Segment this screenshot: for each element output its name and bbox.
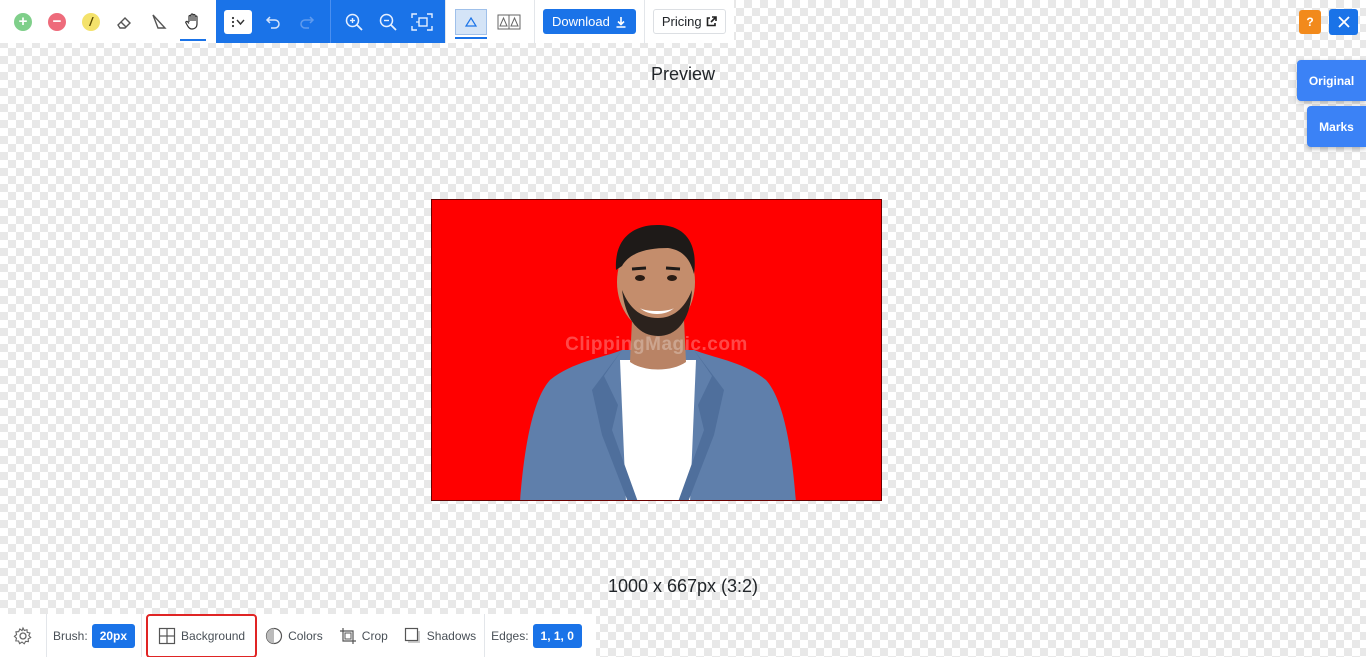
pan-button[interactable] xyxy=(178,7,208,41)
plus-icon: + xyxy=(14,12,32,31)
crop-button[interactable]: Crop xyxy=(331,621,396,651)
download-icon xyxy=(616,16,626,28)
fit-screen-icon xyxy=(411,12,433,31)
shadow-icon xyxy=(404,627,420,643)
settings-button[interactable] xyxy=(8,621,38,651)
edit-tools-group: Background Colors Crop Shadows xyxy=(141,613,484,657)
view-mode-group xyxy=(445,0,534,43)
gear-icon xyxy=(13,626,32,645)
marks-tab[interactable]: Marks xyxy=(1307,106,1366,147)
fit-to-screen-button[interactable] xyxy=(407,7,437,37)
marks-tab-label: Marks xyxy=(1319,119,1354,134)
edges-label: Edges: xyxy=(491,628,529,643)
eraser-button[interactable] xyxy=(110,7,140,37)
edges-group: Edges: 1, 1, 0 xyxy=(484,614,588,657)
undo-icon xyxy=(265,15,280,29)
help-button[interactable]: ? xyxy=(1299,10,1321,34)
download-group: Download xyxy=(534,0,644,43)
redo-icon xyxy=(300,15,315,29)
shadows-label: Shadows xyxy=(426,628,477,643)
scalpel-button[interactable] xyxy=(144,7,174,37)
top-toolbar: + − / Download Pricing xyxy=(0,0,734,43)
more-tools-dropdown[interactable] xyxy=(224,9,252,34)
zoom-out-button[interactable] xyxy=(373,7,403,37)
minus-icon: − xyxy=(48,12,66,31)
colors-label: Colors xyxy=(288,628,323,643)
redo-button[interactable] xyxy=(292,7,322,37)
brush-group: Brush: 20px xyxy=(46,614,141,657)
background-button[interactable]: Background xyxy=(146,613,258,657)
close-icon xyxy=(1337,16,1350,28)
contrast-icon xyxy=(265,627,283,644)
pricing-button[interactable]: Pricing xyxy=(652,9,726,34)
triangle-icon xyxy=(464,16,478,27)
pricing-group: Pricing xyxy=(643,0,734,43)
edges-value-button[interactable]: 1, 1, 0 xyxy=(532,623,582,648)
remove-brush-button[interactable]: − xyxy=(42,7,72,37)
zoom-out-icon xyxy=(379,13,397,31)
background-grid-icon xyxy=(158,627,176,644)
download-label: Download xyxy=(552,14,610,29)
slash-icon: / xyxy=(82,12,100,31)
image-dimensions: 1000 x 667px (3:2) xyxy=(607,576,759,596)
hair-brush-button[interactable]: / xyxy=(76,7,106,37)
settings-group xyxy=(0,614,46,657)
background-label: Background xyxy=(181,628,246,643)
mark-tools-group: + − / xyxy=(0,0,216,43)
external-link-icon xyxy=(706,16,717,27)
bottom-toolbar: Brush: 20px Background Colors Crop Shado… xyxy=(0,613,596,657)
single-view-button[interactable] xyxy=(455,8,487,39)
undo-button[interactable] xyxy=(258,7,288,37)
zoom-group xyxy=(330,0,445,43)
crop-icon xyxy=(339,627,356,644)
kebab-chevron-icon xyxy=(231,16,245,27)
preview-canvas[interactable]: ClippingMagic.com xyxy=(431,199,882,501)
watermark-text: ClippingMagic.com xyxy=(565,334,748,355)
zoom-in-button[interactable] xyxy=(339,7,369,37)
hand-icon xyxy=(185,12,198,30)
crop-label: Crop xyxy=(361,628,388,643)
keep-brush-button[interactable]: + xyxy=(8,7,38,37)
shadows-button[interactable]: Shadows xyxy=(396,621,484,651)
scalpel-icon xyxy=(152,14,167,29)
history-group xyxy=(216,0,330,43)
preview-title: Preview xyxy=(650,64,716,84)
brush-label: Brush: xyxy=(53,628,88,643)
eraser-icon xyxy=(117,16,131,29)
pricing-label: Pricing xyxy=(661,14,702,29)
colors-button[interactable]: Colors xyxy=(257,621,331,651)
close-button[interactable] xyxy=(1329,9,1358,35)
zoom-in-icon xyxy=(345,13,363,31)
help-label: ? xyxy=(1306,15,1314,29)
download-button[interactable]: Download xyxy=(543,9,636,34)
split-view-button[interactable] xyxy=(493,9,525,35)
brush-size-button[interactable]: 20px xyxy=(91,623,136,648)
split-view-icon xyxy=(497,14,521,29)
